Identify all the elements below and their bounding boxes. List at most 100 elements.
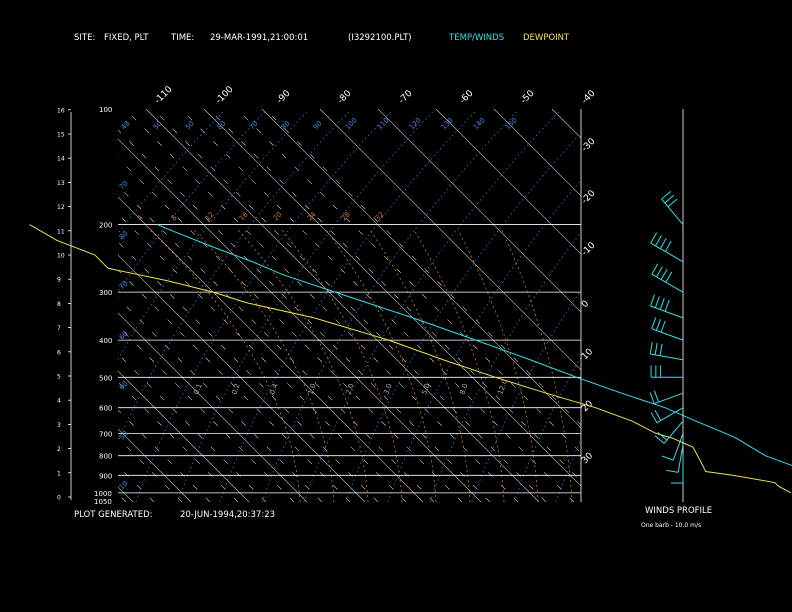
moist-adiabat-label: 48 — [120, 119, 132, 131]
moist-adiabat-line — [555, 438, 581, 502]
wind-barb-flag — [664, 299, 670, 312]
mixing-ratio-top-label: 24 — [306, 210, 318, 222]
dry-adiabat-line — [0, 109, 42, 502]
wind-barb-flag — [649, 342, 653, 355]
pressure-tick-label: 100 — [99, 106, 112, 114]
height-tick-label: 15 — [57, 132, 65, 139]
isotherm-line — [261, 109, 581, 429]
pressure-tick-label: 900 — [99, 472, 112, 480]
isotherm-top-label: -70 — [397, 88, 415, 106]
wind-barb-flag — [667, 198, 678, 208]
temperature-profile — [156, 224, 792, 467]
moist-adiabat-label: 10 — [118, 479, 130, 491]
height-tick-label: 1 — [57, 470, 61, 477]
mixing-ratio-line — [369, 229, 471, 502]
mixing-ratio-label: 5.0 — [420, 382, 431, 395]
moist-adiabat-label: 130 — [440, 116, 455, 131]
height-tick-label: 9 — [57, 277, 61, 284]
moist-adiabat-label: 120 — [408, 116, 423, 131]
isotherm-line — [118, 254, 366, 502]
wind-barb-flag — [651, 263, 659, 275]
wind-barb-flag — [650, 412, 658, 423]
isotherm-line — [203, 109, 581, 487]
wind-barb-flag — [649, 392, 655, 404]
moist-adiabat-line — [303, 111, 559, 502]
isotherm-line — [610, 109, 792, 502]
mixing-ratio-line — [413, 229, 505, 502]
height-tick-label: 0 — [57, 495, 61, 502]
isotherm-line — [145, 109, 540, 502]
height-tick-label: 6 — [57, 349, 61, 356]
isotherm-right-label: 30 — [580, 451, 595, 466]
wind-barb-flag — [665, 271, 673, 283]
height-tick-label: 8 — [57, 301, 61, 308]
dry-adiabat-line — [0, 109, 14, 502]
isotherm-top-label: -60 — [458, 88, 476, 106]
wind-barb-flag — [654, 409, 662, 421]
moist-adiabat-line — [118, 111, 265, 293]
wind-barb-flag — [666, 469, 679, 473]
pressure-tick-label: 400 — [99, 337, 112, 345]
isotherm-line — [0, 109, 17, 502]
moist-adiabat-label: 50 — [184, 119, 196, 131]
moist-adiabat-label: 70 — [118, 179, 130, 191]
wind-barb-staff — [650, 242, 684, 263]
pressure-tick-label: 800 — [99, 453, 112, 461]
height-tick-label: 16 — [57, 107, 65, 114]
moist-adiabat-line — [513, 356, 581, 502]
mixing-ratio-label: 3.0 — [382, 382, 393, 395]
pressure-tick-label: 1000 — [94, 490, 112, 498]
mixing-ratio-label: 0.1 — [192, 382, 203, 395]
moist-adiabat-label: 80 — [216, 119, 228, 131]
dry-adiabat-line — [118, 269, 351, 502]
pressure-tick-label: 500 — [99, 374, 112, 382]
moist-adiabat-label: 50 — [152, 119, 164, 131]
winds-profile-title: WINDS PROFILE — [645, 506, 713, 516]
isotherm-line — [319, 109, 581, 371]
height-tick-label: 4 — [57, 398, 61, 405]
moist-adiabat-line — [261, 111, 517, 502]
moist-adiabat-label: 50 — [118, 429, 130, 441]
dry-adiabat-line — [118, 129, 491, 502]
mixing-ratio-top-label: 4 — [136, 213, 145, 222]
dry-adiabat-line — [118, 493, 127, 502]
dry-adiabat-line — [124, 109, 519, 502]
moist-adiabat-label: 100 — [344, 116, 359, 131]
mixing-ratio-top-label: 8 — [170, 214, 179, 223]
isotherm-line — [435, 109, 581, 255]
mixing-ratio-top-label: 16 — [238, 210, 250, 222]
isotherm-top-label: -100 — [214, 84, 236, 106]
moist-adiabat-line — [429, 231, 581, 502]
isotherm-right-label: -30 — [580, 136, 598, 154]
dry-adiabat-line — [118, 297, 323, 502]
wind-barb-flag — [659, 343, 663, 356]
moist-adiabat-line — [345, 132, 581, 502]
dry-adiabat-line — [118, 409, 211, 502]
isotherm-right-label: 0 — [580, 299, 591, 310]
pressure-tick-label: 600 — [99, 405, 112, 413]
height-tick-label: 14 — [57, 156, 65, 163]
dry-adiabat-line — [208, 109, 581, 482]
pressure-tick-label: 300 — [99, 289, 112, 297]
wind-barb-flag — [659, 298, 665, 310]
height-tick-label: 7 — [57, 325, 61, 332]
mixing-ratio-label: 0.4 — [268, 382, 280, 396]
isotherm-line — [118, 486, 134, 502]
isotherm-line — [0, 109, 75, 502]
moist-adiabat-line — [177, 111, 433, 502]
moist-adiabat-line — [471, 289, 581, 502]
barb-note: One barb - 10.0 m/s — [641, 522, 702, 529]
dry-adiabat-line — [264, 109, 581, 426]
dry-adiabat-line — [118, 437, 183, 502]
wind-barb-flag — [651, 317, 657, 329]
moist-adiabat-label: 80 — [280, 119, 292, 131]
wind-barb-flag — [661, 190, 672, 200]
wind-barb-flag — [650, 232, 658, 244]
moist-adiabat-label: 110 — [376, 116, 391, 131]
height-tick-label: 11 — [57, 228, 65, 235]
isotherm-line — [118, 428, 192, 502]
height-tick-label: 13 — [57, 180, 65, 187]
dry-adiabat-line — [118, 381, 239, 502]
height-tick-label: 10 — [57, 253, 65, 260]
wind-barb-staff — [651, 273, 684, 293]
